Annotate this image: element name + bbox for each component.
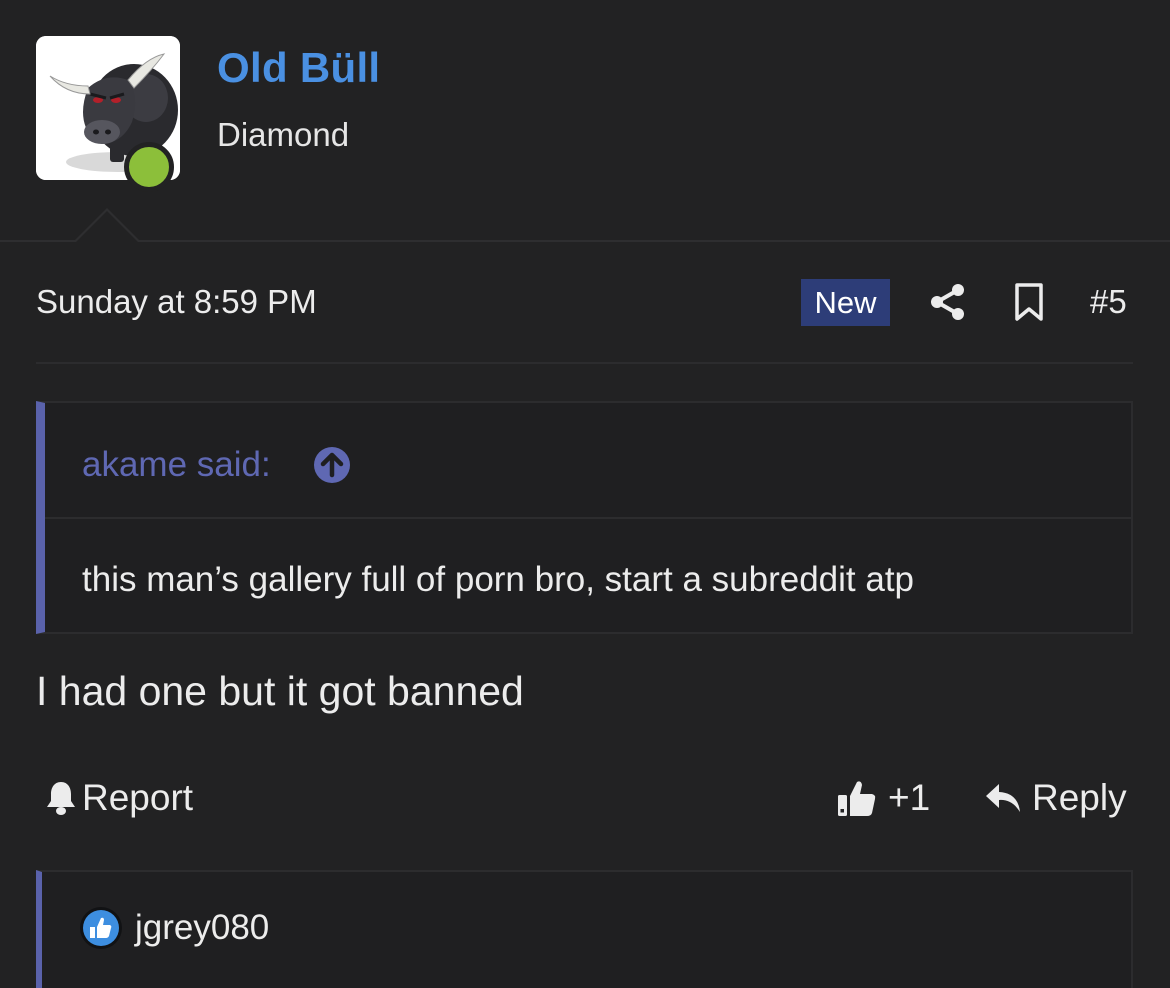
quote-author-link[interactable]: akame said: [82, 445, 271, 485]
online-status-indicator [124, 142, 174, 192]
report-button[interactable]: Report [44, 776, 193, 820]
thumbs-up-icon [838, 781, 876, 816]
post-number-link[interactable]: #5 [1090, 283, 1127, 321]
post-date-link[interactable]: Sunday at 8:59 PM [36, 283, 317, 321]
share-icon[interactable] [928, 282, 968, 322]
meta-divider [36, 362, 1133, 364]
user-avatar[interactable] [36, 36, 180, 192]
reply-button[interactable]: Reply [984, 776, 1127, 820]
bell-icon [47, 782, 75, 815]
reply-arrow-icon [986, 784, 1020, 812]
like-button[interactable]: +1 [836, 776, 930, 820]
quote-header: akame said: [45, 403, 1131, 519]
post-user-header: Old Büll Diamond [0, 0, 1170, 242]
header-pointer-arrow-fill [76, 211, 138, 242]
quote-text: this man’s gallery full of porn bro, sta… [82, 560, 915, 599]
arrow-up-circle-icon[interactable] [312, 445, 352, 485]
like-reaction-icon [80, 907, 122, 949]
quote-block: akame said: this man’s gallery full of p… [36, 401, 1133, 634]
like-count: +1 [888, 777, 931, 818]
report-label: Report [82, 777, 194, 818]
post-message: I had one but it got banned [36, 668, 524, 714]
username-link[interactable]: Old Büll [217, 44, 380, 92]
user-title: Diamond [217, 116, 350, 153]
bookmark-icon[interactable] [1012, 282, 1046, 322]
reaction-user-link[interactable]: jgrey080 [135, 908, 269, 948]
reactions-bar: jgrey080 [36, 870, 1133, 988]
new-post-badge: New [801, 279, 890, 326]
reply-label: Reply [1032, 777, 1127, 818]
